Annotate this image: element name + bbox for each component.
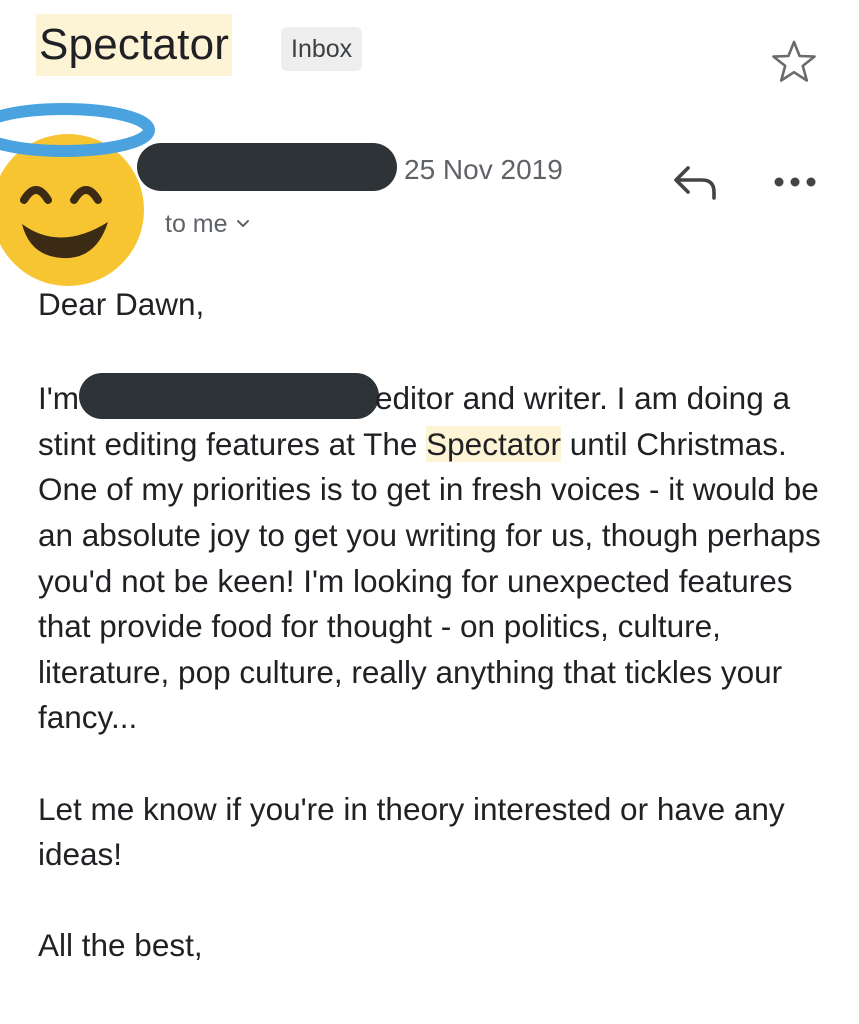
redacted-text-block [79, 373, 380, 420]
closing-line: All the best, [38, 927, 203, 964]
message-date: 25 Nov 2019 [404, 154, 563, 185]
sender-avatar-emoji-icon[interactable] [0, 100, 158, 290]
more-options-icon[interactable] [770, 172, 820, 192]
recipient-label: to me [165, 209, 228, 238]
chevron-down-icon [236, 220, 249, 227]
p1-end-text: until Christmas. One of my priorities is… [38, 425, 821, 736]
recipient-details-toggle[interactable]: to me [165, 205, 250, 243]
greeting-line: Dear Dawn, [38, 286, 205, 322]
email-subject: Spectator [36, 14, 233, 76]
body-paragraph-2: Let me know if you're in theory interest… [38, 790, 785, 873]
message-body: Dear Dawn, I'm editor and writer. I am do… [38, 282, 838, 969]
body-paragraph-1: I'm editor and writer. I am doing a stint… [38, 373, 838, 741]
subject-text: Spectator [36, 14, 233, 76]
p1-start-text: I'm [38, 380, 80, 417]
inbox-label-chip[interactable]: Inbox [281, 27, 363, 71]
sender-name-redacted [137, 143, 397, 191]
reply-icon[interactable] [668, 158, 724, 204]
star-icon[interactable] [770, 38, 818, 86]
highlighted-search-term: Spectator [426, 425, 561, 462]
